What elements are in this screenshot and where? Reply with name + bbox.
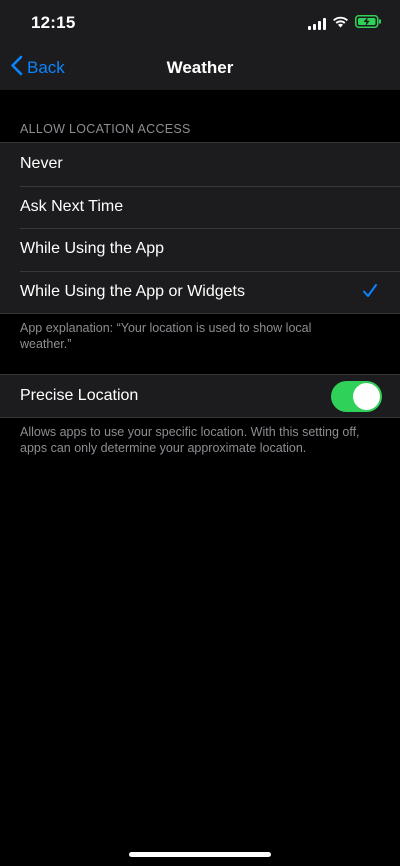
option-ask-next-time[interactable]: Ask Next Time	[0, 185, 400, 229]
status-bar: 12:15	[0, 0, 400, 46]
home-indicator[interactable]	[129, 852, 271, 857]
page-title: Weather	[166, 58, 234, 77]
app-explanation: App explanation: “Your location is used …	[20, 321, 312, 351]
precise-location-toggle[interactable]	[331, 381, 382, 412]
option-label: While Using the App or Widgets	[20, 282, 245, 300]
option-label: Ask Next Time	[20, 197, 124, 215]
status-icons	[308, 15, 382, 33]
toggle-knob	[353, 383, 380, 410]
option-label: Never	[20, 155, 63, 173]
wifi-icon	[332, 15, 349, 33]
precise-location-group: Precise Location	[0, 374, 400, 418]
precise-location-row: Precise Location	[0, 375, 400, 417]
option-while-using-app[interactable]: While Using the App	[0, 228, 400, 271]
battery-charging-icon	[355, 15, 382, 33]
location-access-options: Never Ask Next Time While Using the App …	[0, 142, 400, 314]
option-never[interactable]: Never	[0, 143, 400, 186]
option-while-using-app-or-widgets[interactable]: While Using the App or Widgets	[0, 270, 400, 314]
option-label: While Using the App	[20, 240, 165, 258]
checkmark-icon	[362, 283, 378, 304]
precise-location-description: Allows apps to use your specific locatio…	[20, 425, 360, 455]
section-header-location-access: ALLOW LOCATION ACCESS	[20, 122, 191, 136]
settings-screen: 12:15 Back Weather ALLOW LOCATION ACCESS…	[0, 0, 400, 866]
signal-icon	[308, 18, 326, 30]
status-time: 12:15	[31, 13, 76, 32]
precise-location-label: Precise Location	[20, 387, 139, 404]
navigation-bar: Back Weather	[0, 46, 400, 90]
